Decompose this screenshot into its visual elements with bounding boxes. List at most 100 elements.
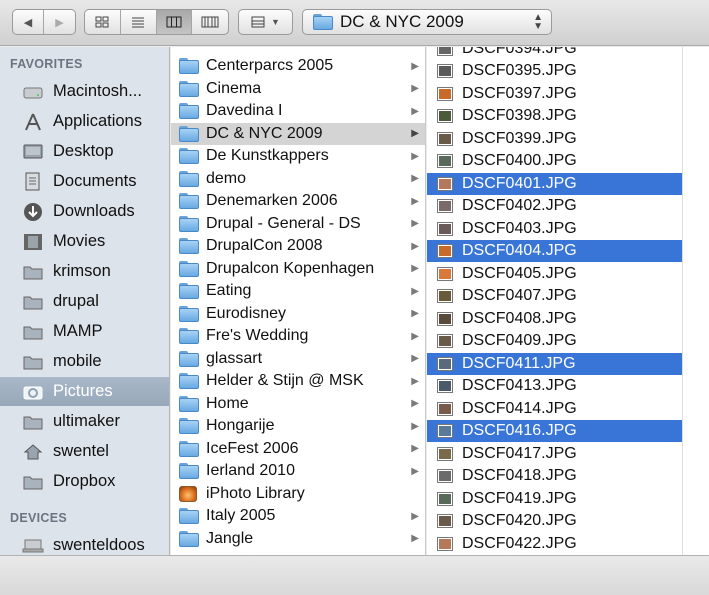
image-thumbnail-icon [437,469,453,483]
disclosure-arrow-icon: ▶ [411,443,419,454]
sidebar-item-label: MAMP [53,322,103,340]
sidebar-item-mamp[interactable]: MAMP [0,317,169,346]
file-name: DSCF0404.JPG [462,242,577,259]
folder-row[interactable]: Ierland 2010 ▶ [171,460,425,482]
sidebar-item-device[interactable]: swenteldoos [0,531,169,555]
path-popup[interactable]: DC & NYC 2009 ▲ ▼ [302,9,552,35]
folder-row[interactable]: Denemarken 2006 ▶ [171,190,425,212]
file-row[interactable]: DSCF0411.JPG [427,352,682,375]
file-name: DSCF0400.JPG [462,152,577,169]
forward-button[interactable]: ▶ [44,10,75,34]
folder-icon [179,395,199,412]
file-row[interactable]: DSCF0400.JPG [427,150,682,172]
documents-icon [22,172,44,192]
file-row-partial[interactable]: DSCF0394.JPG [427,47,682,60]
folder-row[interactable]: Home ▶ [171,393,425,415]
folder-row[interactable]: De Kunstkappers ▶ [171,145,425,167]
file-row[interactable]: DSCF0418.JPG [427,465,682,487]
sidebar-item-desktop[interactable]: Desktop [0,137,169,166]
folder-row[interactable]: Fre's Wedding ▶ [171,325,425,347]
file-row[interactable]: DSCF0408.JPG [427,308,682,330]
coverflow-view-button[interactable] [192,10,228,34]
folder-row[interactable]: Drupal - General - DS ▶ [171,213,425,235]
list-view-button[interactable] [121,10,157,34]
coverflow-view-icon [201,16,219,28]
file-row[interactable]: DSCF0395.JPG [427,60,682,82]
folder-name: Eurodisney [206,304,287,322]
folder-row[interactable]: glassart ▶ [171,348,425,370]
favorites-heading: FAVORITES [10,57,83,71]
sidebar-item-pictures[interactable]: Pictures [0,377,169,406]
sidebar-item-mobile[interactable]: mobile [0,347,169,376]
folder-row[interactable]: Drupalcon Kopenhagen ▶ [171,258,425,280]
folder-name: glassart [206,349,263,367]
file-row[interactable]: DSCF0404.JPG [427,240,682,262]
file-row[interactable]: DSCF0409.JPG [427,330,682,352]
folder-icon [22,262,44,282]
sidebar-item-dropbox[interactable]: Dropbox [0,467,169,496]
file-name: DSCF0419.JPG [462,489,577,507]
list-view-icon [132,17,145,28]
file-row[interactable]: DSCF0420.JPG [427,510,682,532]
forward-arrow-icon: ▶ [55,16,64,29]
folder-name: demo [206,169,247,187]
file-row[interactable]: DSCF0405.JPG [427,263,682,285]
file-name: DSCF0398.JPG [462,107,577,124]
sidebar-item-drupal[interactable]: drupal [0,287,169,316]
file-row[interactable]: DSCF0414.JPG [427,398,682,420]
arrange-button[interactable]: ▼ [238,9,293,35]
file-name: DSCF0416.JPG [462,422,577,439]
folder-row[interactable]: DC & NYC 2009 ▶ [171,122,425,145]
file-row[interactable]: DSCF0419.JPG [427,488,682,510]
sidebar-item-swentel[interactable]: swentel [0,437,169,466]
disclosure-arrow-icon: ▶ [411,263,419,274]
folder-icon [179,170,199,187]
folder-row[interactable]: Centerparcs 2005 ▶ [171,55,425,77]
folder-column[interactable]: Centerparcs 2005 ▶ Cinema ▶ Davedina I ▶ DC & … [171,47,426,555]
back-button[interactable]: ◀ [13,10,44,34]
file-row[interactable]: DSCF0413.JPG [427,375,682,397]
applications-icon [22,112,44,132]
folder-row[interactable]: Jangle ▶ [171,528,425,550]
sidebar-item-applications[interactable]: Applications [0,107,169,136]
folder-row[interactable]: Eurodisney ▶ [171,303,425,325]
folder-row[interactable]: Davedina I ▶ [171,100,425,122]
files-column[interactable]: DSCF0394.JPG DSCF0395.JPG DSCF0397.JPG DSCF… [427,47,682,555]
folder-row[interactable]: DrupalCon 2008 ▶ [171,235,425,257]
icon-view-button[interactable] [85,10,121,34]
folder-row[interactable]: Eating ▶ [171,280,425,302]
sidebar-item-krimson[interactable]: krimson [0,257,169,286]
file-row[interactable]: DSCF0407.JPG [427,285,682,307]
file-row[interactable]: DSCF0417.JPG [427,443,682,465]
image-thumbnail-icon [437,131,453,146]
folder-row[interactable]: Helder & Stijn @ MSK ▶ [171,370,425,392]
sidebar-item-macintosh[interactable]: Macintosh... [0,77,169,106]
sidebar-item-label: Documents [53,172,137,190]
file-row[interactable]: DSCF0397.JPG [427,83,682,105]
file-row[interactable]: DSCF0416.JPG [427,420,682,442]
file-row[interactable]: DSCF0398.JPG [427,105,682,127]
file-name: DSCF0413.JPG [462,377,577,394]
disclosure-arrow-icon: ▶ [411,83,419,94]
file-row[interactable]: DSCF0402.JPG [427,195,682,217]
sidebar-item-downloads[interactable]: Downloads [0,197,169,226]
disclosure-arrow-icon: ▶ [411,105,419,117]
folder-row[interactable]: iPhoto Library [171,483,425,505]
folder-row[interactable]: IceFest 2006 ▶ [171,438,425,460]
folder-row[interactable]: Cinema ▶ [171,78,425,100]
sidebar-item-documents[interactable]: Documents [0,167,169,196]
sidebar-item-movies[interactable]: Movies [0,227,169,256]
folder-row[interactable]: Italy 2005 ▶ [171,505,425,527]
file-row[interactable]: DSCF0401.JPG [427,172,682,195]
folder-row[interactable]: demo ▶ [171,168,425,190]
file-row[interactable]: DSCF0399.JPG [427,128,682,150]
sidebar-item-ultimaker[interactable]: ultimaker [0,407,169,436]
column-view-button[interactable] [156,10,193,34]
preview-column [682,47,709,555]
file-row[interactable]: DSCF0422.JPG [427,533,682,555]
folder-name: Cinema [206,79,262,97]
folder-row[interactable]: Hongarije ▶ [171,415,425,437]
image-thumbnail-icon [437,244,453,258]
file-row[interactable]: DSCF0403.JPG [427,218,682,240]
sidebar-item-label: Pictures [53,382,113,400]
